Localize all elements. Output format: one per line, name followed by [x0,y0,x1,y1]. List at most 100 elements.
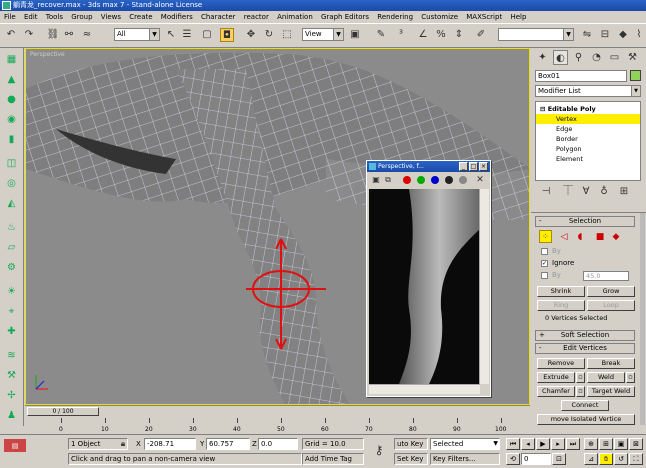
plane-icon[interactable]: ▱ [4,240,19,255]
go-to-start-icon[interactable]: ⏮ [506,438,520,450]
menu-rendering[interactable]: Rendering [377,13,413,21]
teapot-icon[interactable]: ♨ [4,220,19,235]
key-mode-dropdown[interactable]: Selected ▼ [430,438,500,450]
select-by-name-icon[interactable]: ☰ [180,28,194,42]
connect-button[interactable]: Connect [561,400,609,411]
motion-tab-icon[interactable]: ◔ [589,50,604,65]
add-time-tag[interactable]: Add Time Tag [302,453,364,465]
key-filters-button[interactable]: Key Filters... [430,453,500,465]
tube-icon[interactable]: ◫ [4,156,19,171]
grow-button[interactable]: Grow [587,286,635,297]
weld-button[interactable]: Weld [587,372,625,383]
floating-perspective-window[interactable]: Perspective, f... _ □ × ▣ ⧉ ✕ [366,160,491,397]
menu-views[interactable]: Views [101,13,121,21]
menu-tools[interactable]: Tools [46,13,63,21]
bind-spacewarp-icon[interactable]: ≈ [80,28,94,42]
set-key-button[interactable]: Set Key [394,453,428,465]
zoom-extents-icon[interactable]: ▣ [614,438,628,450]
bones-icon[interactable]: ✢ [4,388,19,403]
named-selection-dropdown[interactable]: ▼ [498,28,574,41]
break-button[interactable]: Break [587,358,635,369]
move-icon[interactable]: ✥ [244,28,258,42]
modifier-list-dropdown[interactable]: Modifier List ▼ [535,85,641,97]
modify-tab-icon[interactable]: ◐ [553,50,568,65]
selection-rollout-header[interactable]: - Selection [535,216,635,227]
maximize-button[interactable]: □ [469,162,478,171]
time-config-icon[interactable]: ⊡ [552,453,566,465]
torus-icon[interactable]: ◎ [4,176,19,191]
biped-icon[interactable]: ♟ [4,408,19,423]
current-frame-field[interactable]: 0 [521,453,551,465]
configure-sets-icon[interactable]: ⊞ [617,185,631,199]
reference-coord-dropdown[interactable]: View ▼ [302,28,344,41]
play-icon[interactable]: ▶ [536,438,550,450]
stack-item-element[interactable]: Element [536,154,640,164]
angle-snap-icon[interactable]: ∠ [416,28,430,42]
menu-edit[interactable]: Edit [24,13,38,21]
stack-item-polygon[interactable]: Polygon [536,144,640,154]
create-tab-icon[interactable]: ✦ [535,50,550,65]
blue-channel-icon[interactable] [431,176,439,184]
stack-item-edge[interactable]: Edge [536,124,640,134]
arc-rotate-icon[interactable]: ↺ [614,453,628,465]
named-selection-icon[interactable]: ✐ [474,28,488,42]
utilities-tab-icon[interactable]: ⚒ [625,50,640,65]
hierarchy-tab-icon[interactable]: ⚲ [571,50,586,65]
align-icon[interactable]: ⊟ [598,28,612,42]
command-panel-scrollbar[interactable] [640,213,645,425]
maxscript-listener-icon[interactable]: ▤ [4,439,26,452]
pivot-center-icon[interactable]: ▣ [348,28,362,42]
redo-icon[interactable]: ↷ [22,28,36,42]
unlink-icon[interactable]: ⚯ [62,28,76,42]
time-slider[interactable]: 0 / 100 [25,405,530,416]
window-crossing-icon[interactable]: ◘ [220,28,234,42]
spinner-snap-icon[interactable]: ⇕ [452,28,466,42]
cone-icon[interactable]: ▲ [4,72,19,87]
horizontal-scrollbar[interactable] [369,384,480,394]
menu-graph-editors[interactable]: Graph Editors [321,13,369,21]
float-window-titlebar[interactable]: Perspective, f... _ □ × [367,161,490,172]
remove-button[interactable]: Remove [537,358,585,369]
systems-icon[interactable]: ⚒ [4,368,19,383]
previous-frame-icon[interactable]: ◂ [521,438,535,450]
shrink-button[interactable]: Shrink [537,286,585,297]
select-object-icon[interactable]: ↖ [164,28,178,42]
extrude-settings-button[interactable]: ▫ [576,372,585,383]
chamfer-settings-button[interactable]: ▫ [576,386,585,397]
menu-customize[interactable]: Customize [421,13,458,21]
menu-character[interactable]: Character [201,13,236,21]
key-icon[interactable]: ⚷ [372,443,386,457]
snap-3d-icon[interactable]: ³ [394,28,408,42]
mono-channel-icon[interactable] [459,176,467,184]
pin-stack-icon[interactable]: ⊣ [539,185,553,199]
show-end-result-icon[interactable]: ⏉ [561,185,575,199]
clear-icon[interactable]: ✕ [473,173,487,187]
rect-selection-icon[interactable]: ▢ [200,28,214,42]
fov-icon[interactable]: ⊿ [584,453,598,465]
stack-item-border[interactable]: Border [536,134,640,144]
y-coordinate-field[interactable]: 60.757 [206,438,250,450]
by-angle-checkbox[interactable] [541,272,548,279]
menu-file[interactable]: File [4,13,16,21]
menu-modifiers[interactable]: Modifiers [161,13,193,21]
track-bar[interactable]: 0 10 20 30 40 50 60 70 80 90 100 [25,416,530,434]
border-mode-icon[interactable]: ◖ [573,230,587,244]
minimize-button[interactable]: _ [459,162,468,171]
maximize-viewport-icon[interactable]: ⛶ [629,453,643,465]
zoom-icon[interactable]: ⊕ [584,438,598,450]
helper-icon[interactable]: ✚ [4,324,19,339]
select-manipulate-icon[interactable]: ✎ [374,28,388,42]
edit-vertices-rollout-header[interactable]: - Edit Vertices [535,343,635,354]
pyramid-icon[interactable]: ◭ [4,196,19,211]
vertex-mode-icon[interactable]: ⁘ [539,230,552,243]
alpha-channel-icon[interactable] [445,176,453,184]
ignore-backfacing-checkbox[interactable]: ✓ [541,260,548,267]
viewport-label[interactable]: Perspective [30,51,65,58]
mirror-icon[interactable]: ⇋ [580,28,594,42]
loop-button[interactable]: Loop [587,300,635,311]
weld-settings-button[interactable]: ▫ [626,372,635,383]
menu-group[interactable]: Group [71,13,92,21]
sphere-icon[interactable]: ● [4,92,19,107]
display-tab-icon[interactable]: ▭ [607,50,622,65]
rotate-icon[interactable]: ↻ [262,28,276,42]
